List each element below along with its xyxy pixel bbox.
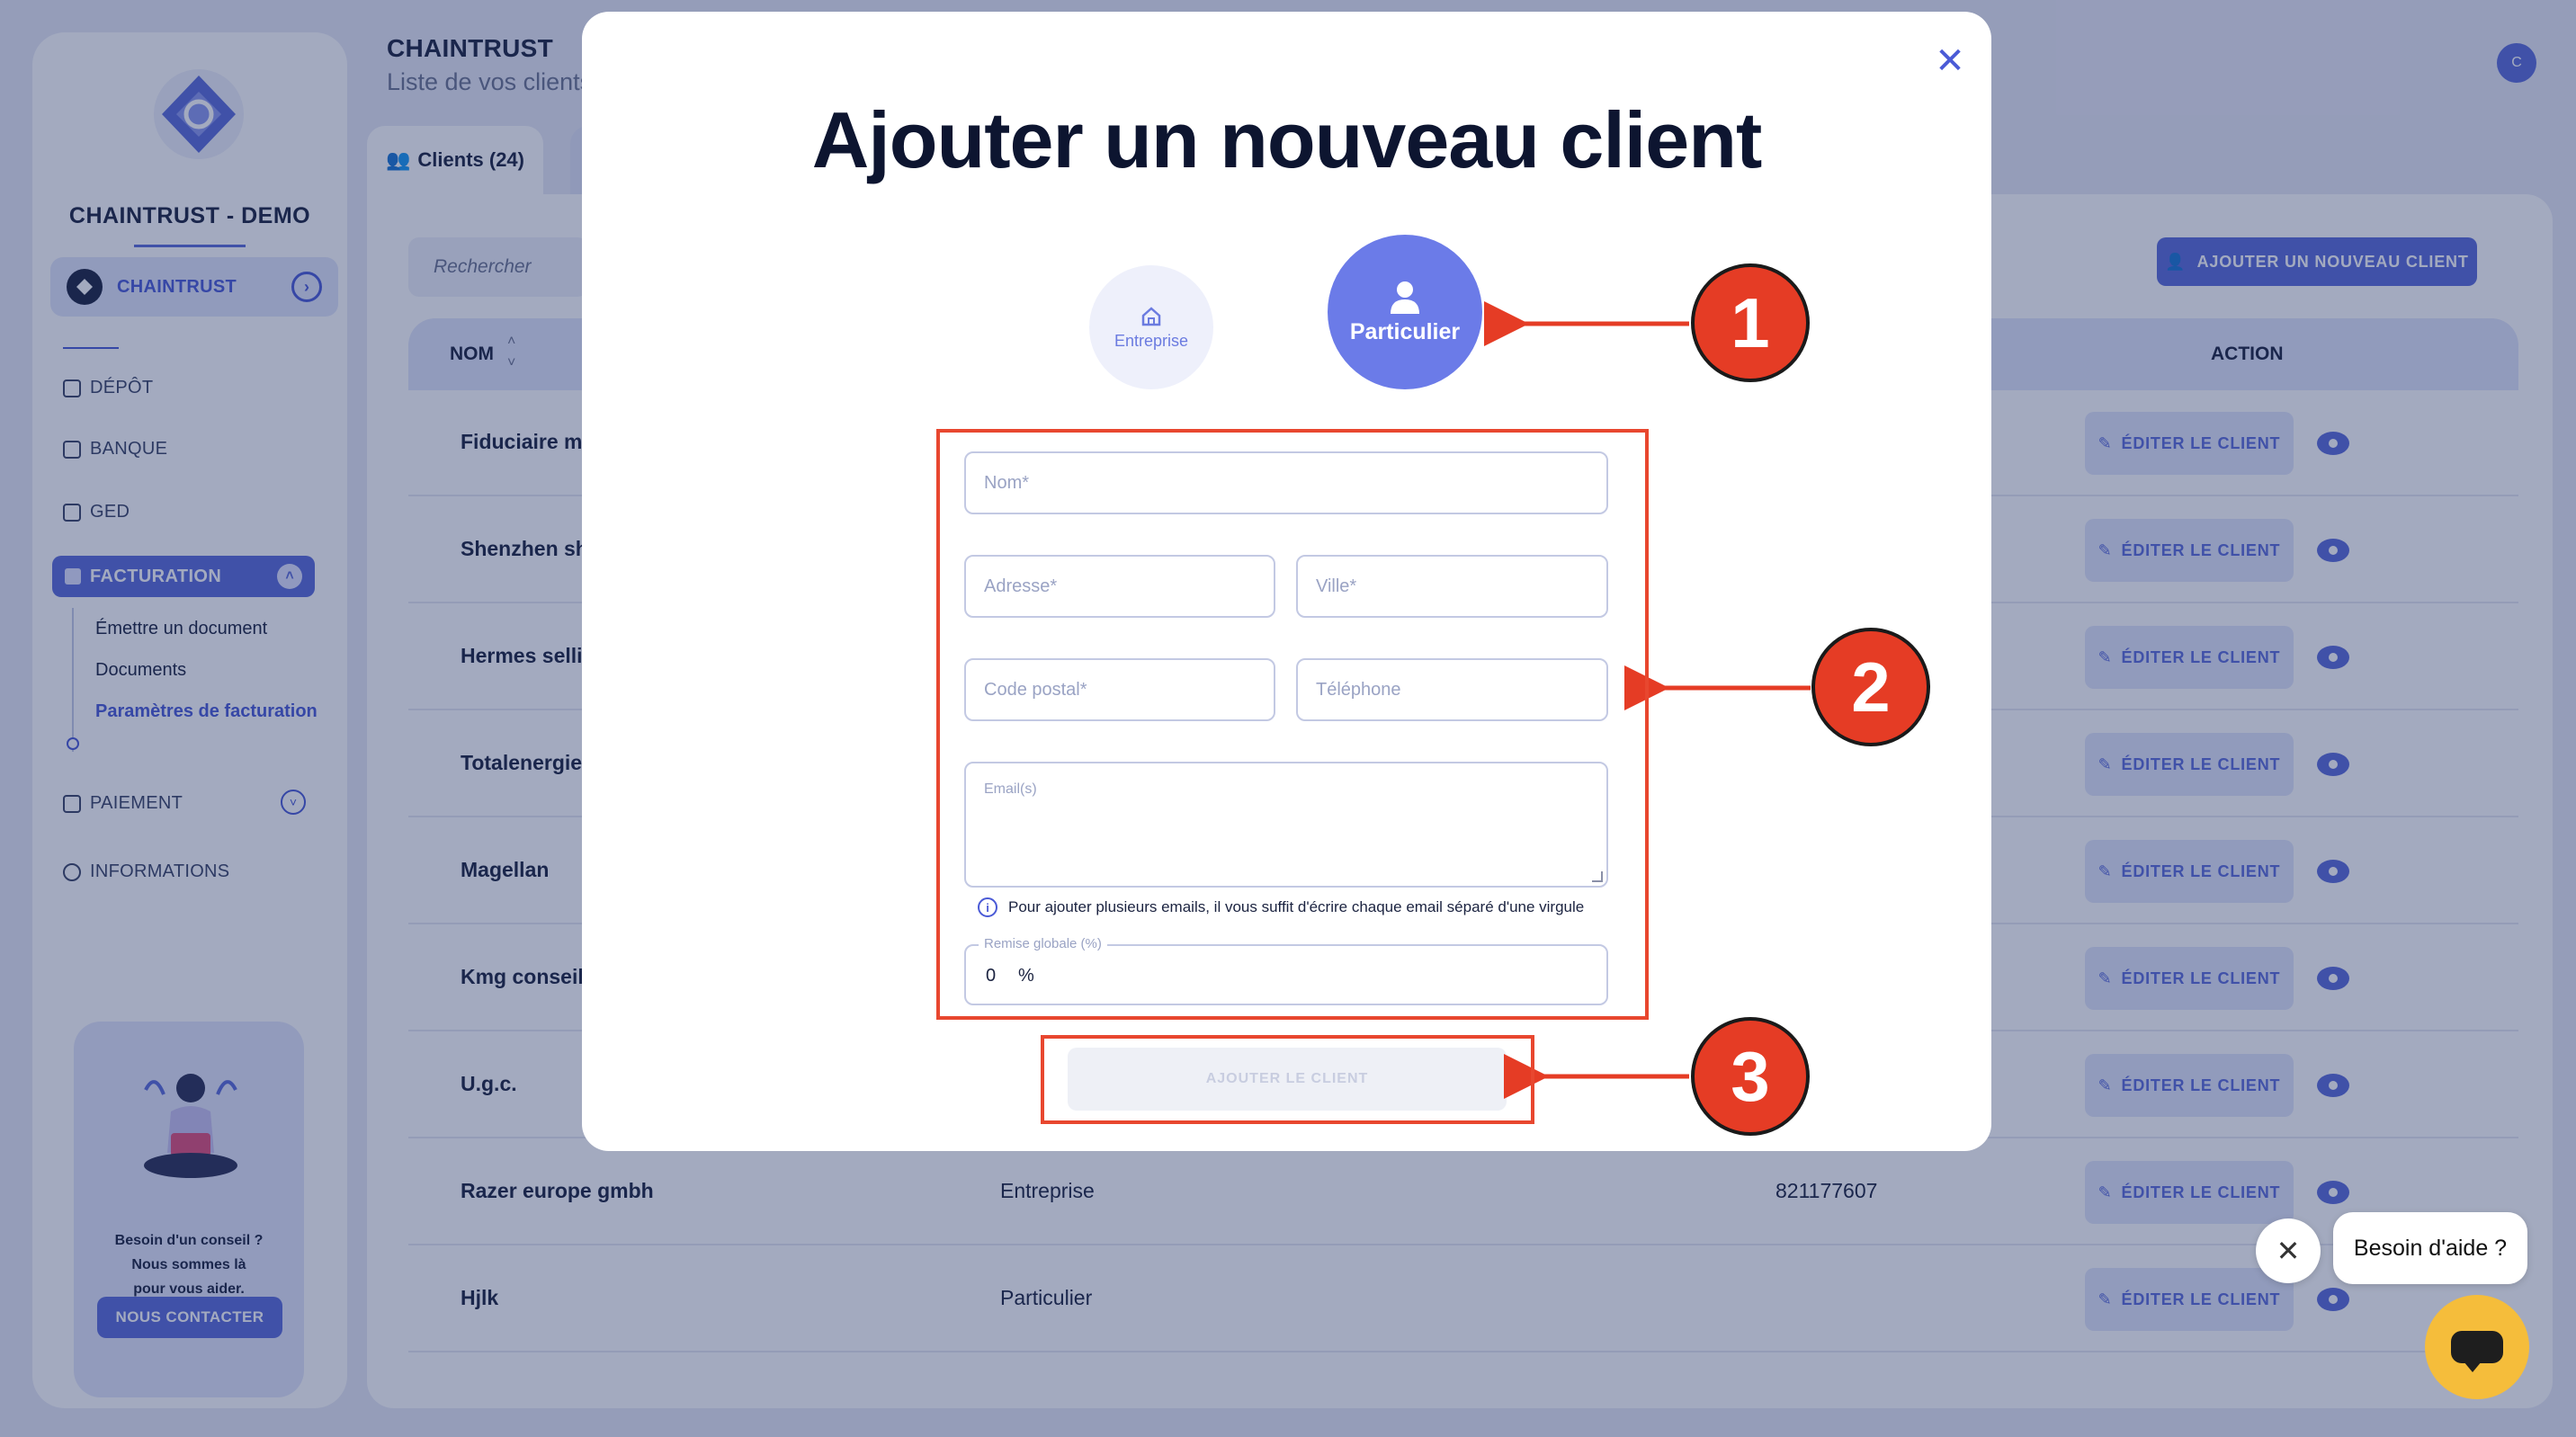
annotation-marker-3: 3 xyxy=(1691,1017,1810,1136)
user-icon xyxy=(1391,281,1419,314)
submit-highlight-box xyxy=(1041,1035,1534,1124)
annotation-marker-1: 1 xyxy=(1691,263,1810,382)
home-icon xyxy=(1141,306,1161,326)
chat-icon xyxy=(2451,1331,2503,1372)
chat-launcher-button[interactable] xyxy=(2425,1295,2529,1399)
chat-bubble[interactable]: Besoin d'aide ? xyxy=(2333,1212,2527,1284)
modal-title: Ajouter un nouveau client xyxy=(811,95,1763,184)
type-particulier-label: Particulier xyxy=(1349,318,1461,344)
form-highlight-box xyxy=(936,429,1649,1020)
type-particulier-button[interactable]: Particulier xyxy=(1328,235,1482,389)
chat-close-button[interactable]: ✕ xyxy=(2256,1218,2321,1283)
annotation-marker-2: 2 xyxy=(1811,628,1930,746)
type-entreprise-label: Entreprise xyxy=(1114,331,1189,350)
type-entreprise-button[interactable]: Entreprise xyxy=(1089,265,1213,389)
close-icon[interactable]: ✕ xyxy=(1928,39,1972,84)
